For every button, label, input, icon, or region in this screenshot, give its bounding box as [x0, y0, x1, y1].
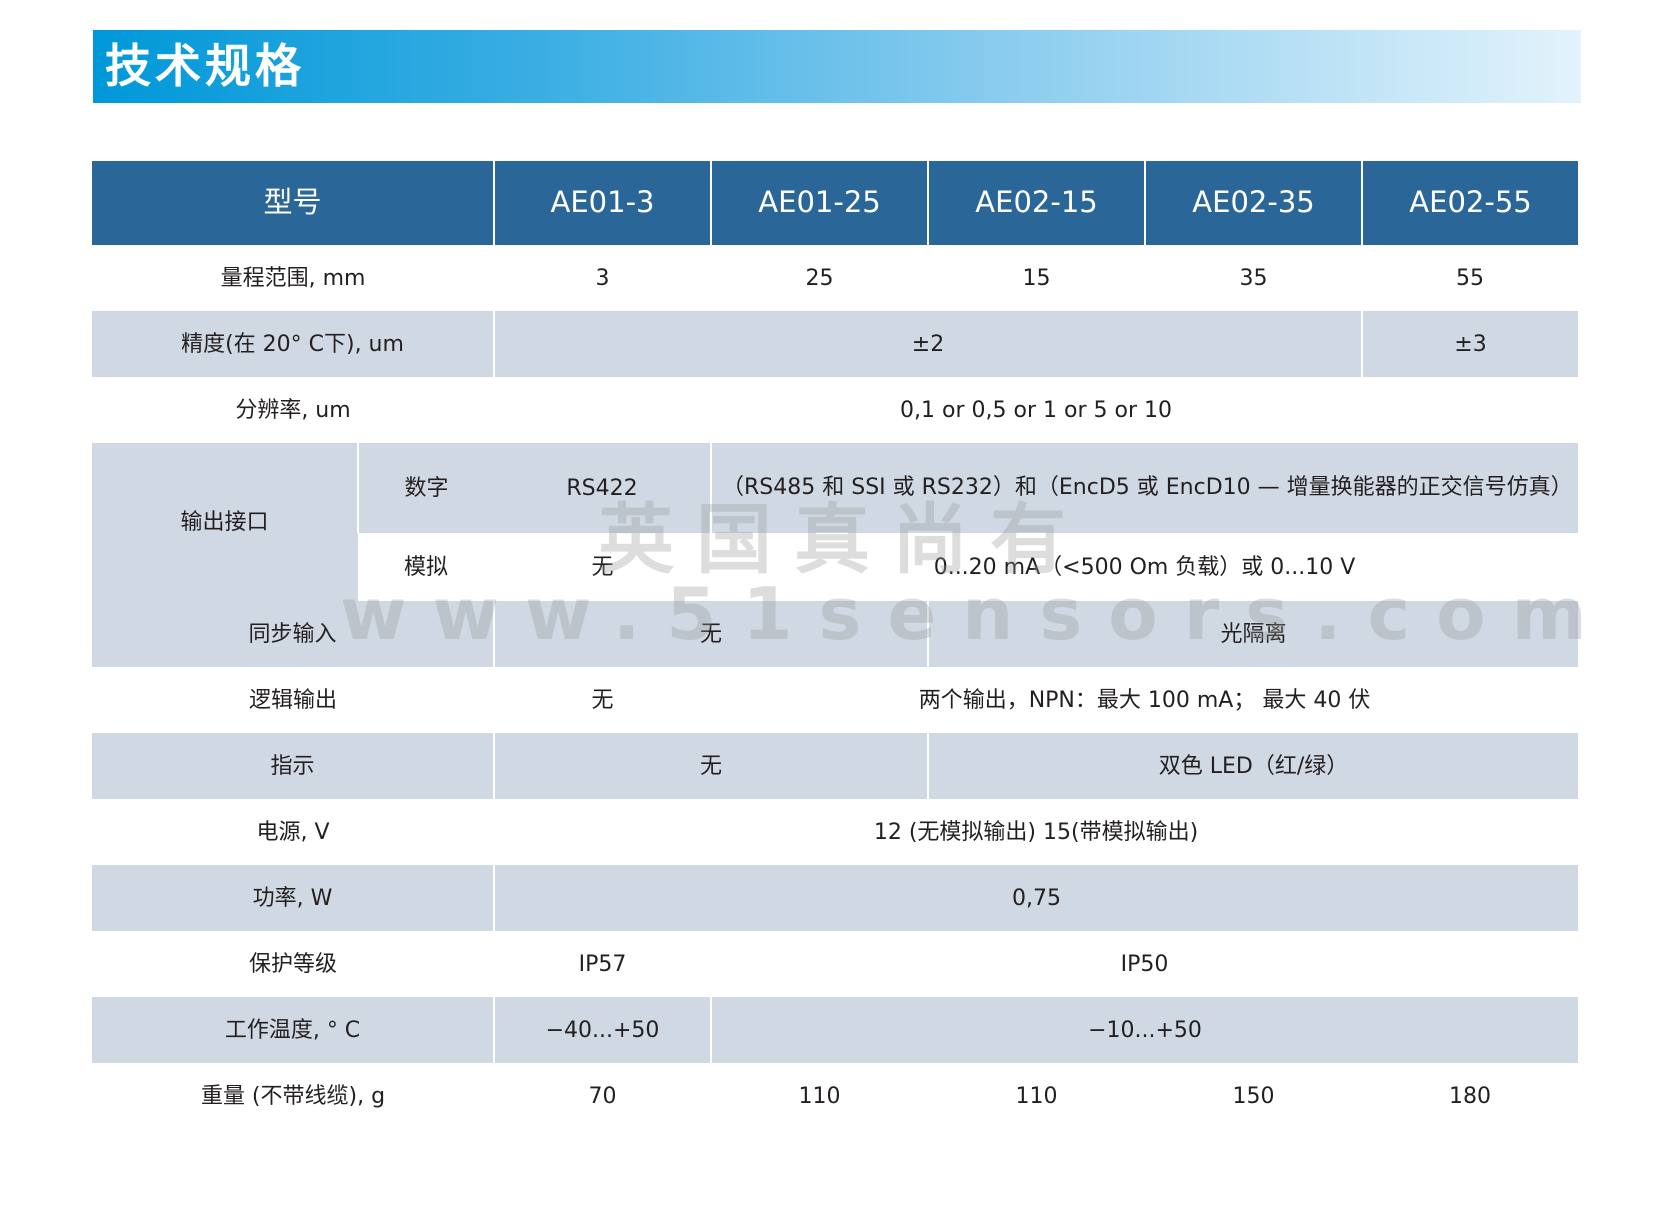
- row-sublabel: 数字: [356, 443, 495, 533]
- header-model: AE01-3: [493, 161, 712, 245]
- row-label: 电源, V: [256, 819, 330, 845]
- cell-value: 12 (无模拟输出) 15(带模拟输出): [873, 819, 1199, 845]
- cell-value: 25: [805, 265, 834, 291]
- row-range: 量程范围, mm 3 25 15 35 55: [92, 245, 1578, 311]
- cell-value: IP57: [578, 951, 627, 977]
- row-resolution: 分辨率, um 0,1 or 0,5 or 1 or 5 or 10: [92, 377, 1578, 443]
- header-model: AE02-35: [1144, 161, 1363, 245]
- cell-value: 110: [798, 1083, 841, 1109]
- cell-value: 无: [591, 687, 614, 713]
- row-protection: 保护等级 IP57 IP50: [92, 931, 1578, 997]
- row-sublabel: 模拟: [358, 533, 495, 601]
- row-label: 输出接口: [92, 443, 358, 601]
- table-header-row: 型号 AE01-3 AE01-25 AE02-15 AE02-35 AE02-5…: [92, 161, 1579, 245]
- row-indication: 指示 无 双色 LED（红/绿）: [92, 733, 1579, 799]
- row-label: 逻辑输出: [249, 687, 338, 713]
- row-power-supply: 电源, V 12 (无模拟输出) 15(带模拟输出): [92, 799, 1578, 865]
- cell-value: 0,1 or 0,5 or 1 or 5 or 10: [900, 397, 1172, 423]
- cell-value: 70: [588, 1083, 617, 1109]
- cell-value: 两个输出，NPN：最大 100 mA； 最大 40 伏: [918, 687, 1371, 713]
- section-title: 技术规格: [105, 39, 305, 93]
- row-label: 分辨率, um: [235, 397, 351, 423]
- cell-value: ±2: [493, 311, 1363, 377]
- cell-value: 15: [1022, 265, 1051, 291]
- cell-value: −40...+50: [493, 997, 712, 1063]
- row-label: 同步输入: [92, 601, 495, 667]
- spec-table: 型号 AE01-3 AE01-25 AE02-15 AE02-35 AE02-5…: [92, 161, 1579, 1129]
- row-accuracy: 精度(在 20° C下), um ±2 ±3: [92, 311, 1579, 377]
- cell-value: 光隔离: [927, 601, 1579, 667]
- row-label: 精度(在 20° C下), um: [92, 311, 495, 377]
- row-label: 重量 (不带线缆), g: [200, 1083, 386, 1109]
- row-label: 量程范围, mm: [220, 265, 366, 291]
- row-label: 指示: [92, 733, 495, 799]
- cell-value: 55: [1456, 265, 1485, 291]
- cell-value: 无: [494, 533, 712, 601]
- cell-value: 无: [493, 733, 929, 799]
- row-label: 工作温度, ° C: [92, 997, 495, 1063]
- row-weight: 重量 (不带线缆), g 70 110 110 150 180: [92, 1063, 1578, 1129]
- cell-value: 180: [1449, 1083, 1492, 1109]
- header-model: AE01-25: [710, 161, 929, 245]
- row-label: 保护等级: [249, 951, 338, 977]
- header-model: AE02-15: [927, 161, 1146, 245]
- cell-value: 35: [1239, 265, 1268, 291]
- row-output-digital: 输出接口 数字 RS422 （RS485 和 SSI 或 RS232）和（Enc…: [92, 443, 1579, 601]
- section-banner: 技术规格: [93, 30, 1581, 103]
- cell-value: 0...20 mA（<500 Om 负载）或 0...10 V: [711, 533, 1579, 601]
- row-label: 功率, W: [92, 865, 495, 931]
- cell-value: ±3: [1361, 311, 1579, 377]
- cell-value: RS422: [494, 443, 712, 533]
- cell-value: 0,75: [493, 865, 1579, 931]
- cell-value: −10...+50: [710, 997, 1579, 1063]
- row-temperature: 工作温度, ° C −40...+50 −10...+50: [92, 997, 1579, 1063]
- cell-value: 150: [1232, 1083, 1275, 1109]
- row-power: 功率, W 0,75: [92, 865, 1579, 931]
- cell-value: 双色 LED（红/绿）: [927, 733, 1579, 799]
- header-model: AE02-55: [1361, 161, 1579, 245]
- cell-value: 110: [1015, 1083, 1058, 1109]
- row-sync: 同步输入 无 光隔离: [92, 601, 1579, 667]
- cell-value: （RS485 和 SSI 或 RS232）和（EncD5 或 EncD10 — …: [710, 443, 1579, 533]
- cell-value: 3: [595, 265, 610, 291]
- cell-value: 无: [493, 601, 929, 667]
- cell-value: IP50: [1120, 951, 1169, 977]
- header-model-label: 型号: [92, 161, 495, 245]
- row-logic: 逻辑输出 无 两个输出，NPN：最大 100 mA； 最大 40 伏: [92, 667, 1578, 733]
